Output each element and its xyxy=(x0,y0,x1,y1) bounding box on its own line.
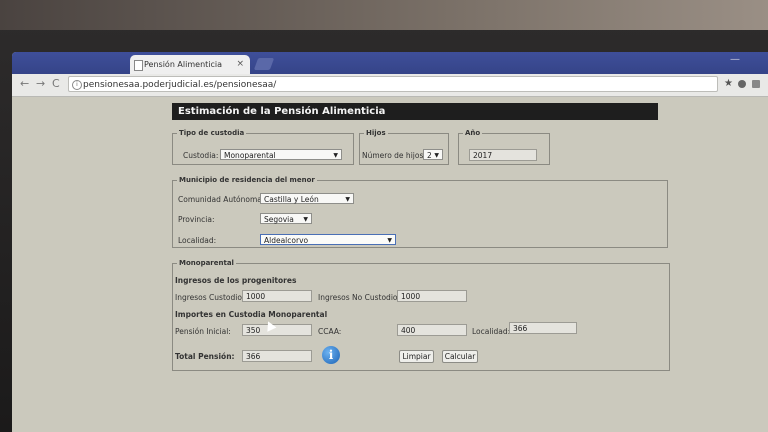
children-count-select[interactable]: 2 ▼ xyxy=(423,149,443,160)
initial-pension-label: Pensión Inicial: xyxy=(175,327,231,336)
bookmark-star-icon[interactable]: ★ xyxy=(724,78,733,89)
custody-select[interactable]: Monoparental ▼ xyxy=(220,149,342,160)
browser-window: Pensión Alimenticia × — ← → C i pensione… xyxy=(12,52,768,432)
chevron-down-icon: ▼ xyxy=(434,152,439,159)
new-tab-button[interactable] xyxy=(253,58,275,70)
locality-amount-label: Localidad: xyxy=(472,327,511,336)
custody-label: Custodia: xyxy=(183,151,219,160)
back-arrow-icon[interactable]: ← xyxy=(20,77,29,90)
forward-arrow-icon[interactable]: → xyxy=(36,77,45,90)
url-text: pensionesaa.poderjudicial.es/pensionesaa… xyxy=(83,80,277,90)
total-pension-label: Total Pensión: xyxy=(175,352,235,361)
page-content: Estimación de la Pensión Alimenticia Tip… xyxy=(12,97,768,432)
province-select[interactable]: Segovia ▼ xyxy=(260,213,312,224)
minimize-icon[interactable]: — xyxy=(730,54,740,65)
browser-tab[interactable]: Pensión Alimenticia × xyxy=(130,55,250,74)
chevron-down-icon: ▼ xyxy=(333,152,338,159)
tab-bar: Pensión Alimenticia × — xyxy=(12,52,768,74)
page-title: Estimación de la Pensión Alimenticia xyxy=(172,103,658,120)
tab-title: Pensión Alimenticia xyxy=(144,60,223,69)
municipality-legend: Municipio de residencia del menor xyxy=(179,176,315,184)
clear-button[interactable]: Limpiar xyxy=(399,350,434,363)
ccaa-field[interactable]: 400 xyxy=(397,324,467,336)
ccaa-label: CCAA: xyxy=(318,327,342,336)
custodian-income-field[interactable]: 1000 xyxy=(242,290,312,302)
non-custodian-income-label: Ingresos No Custodio: xyxy=(318,293,401,302)
children-count-label: Número de hijos: xyxy=(362,151,426,160)
amounts-section-title: Importes en Custodia Monoparental xyxy=(175,310,328,319)
custody-type-legend: Tipo de custodia xyxy=(179,129,245,137)
background-wall xyxy=(0,0,768,30)
non-custodian-income-field[interactable]: 1000 xyxy=(397,290,467,302)
site-info-icon[interactable]: i xyxy=(72,80,82,90)
total-pension-field[interactable]: 366 xyxy=(242,350,312,362)
browser-toolbar: ← → C i pensionesaa.poderjudicial.es/pen… xyxy=(12,74,768,97)
children-legend: Hijos xyxy=(366,129,386,137)
address-bar[interactable]: i pensionesaa.poderjudicial.es/pensiones… xyxy=(68,76,718,92)
page-favicon-icon xyxy=(134,60,143,71)
province-label: Provincia: xyxy=(178,215,215,224)
community-select[interactable]: Castilla y León ▼ xyxy=(260,193,354,204)
locality-select[interactable]: Aldealcorvo ▼ xyxy=(260,234,396,245)
year-field[interactable]: 2017 xyxy=(469,149,537,161)
locality-amount-field[interactable]: 366 xyxy=(509,322,577,334)
year-legend: Año xyxy=(465,129,481,137)
initial-pension-field[interactable]: 350 xyxy=(242,324,312,336)
children-count-value: 2 xyxy=(427,151,432,160)
locality-label: Localidad: xyxy=(178,236,217,245)
community-label: Comunidad Autónoma: xyxy=(178,195,265,204)
province-value: Segovia xyxy=(264,215,294,224)
reload-icon[interactable]: C xyxy=(52,77,60,90)
custody-value: Monoparental xyxy=(224,151,276,160)
tab-close-icon[interactable]: × xyxy=(236,55,244,74)
calculate-button[interactable]: Calcular xyxy=(442,350,478,363)
municipality-group: Municipio de residencia del menor xyxy=(172,176,668,248)
chevron-down-icon: ▼ xyxy=(387,237,392,244)
locality-value: Aldealcorvo xyxy=(264,236,309,245)
chevron-down-icon: ▼ xyxy=(345,196,350,203)
community-value: Castilla y León xyxy=(264,195,319,204)
menu-icon[interactable] xyxy=(752,80,760,88)
custodian-income-label: Ingresos Custodio: xyxy=(175,293,245,302)
monoparental-legend: Monoparental xyxy=(179,259,234,267)
extension-icon[interactable] xyxy=(738,80,746,88)
chevron-down-icon: ▼ xyxy=(303,216,308,223)
income-section-title: Ingresos de los progenitores xyxy=(175,276,297,285)
info-icon[interactable]: i xyxy=(322,346,340,364)
